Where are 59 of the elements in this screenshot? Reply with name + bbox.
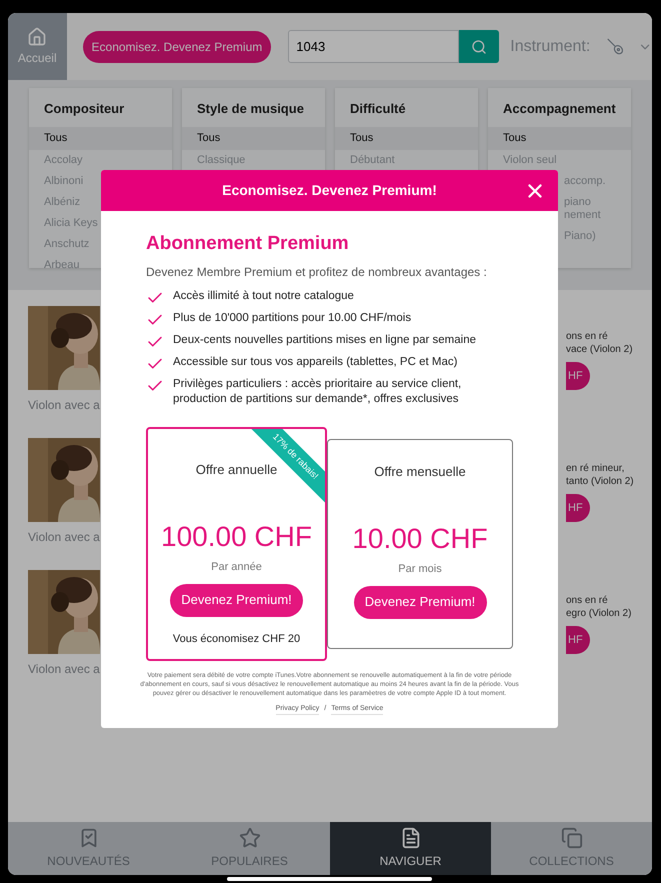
feature-text: Privilèges particuliers : accès prioritaire au service client, production de partitions sur demande*, offres exclusives: [173, 376, 462, 406]
nav-tab[interactable]: COLLECTIONS: [491, 822, 652, 875]
filter-option[interactable]: Albinoni: [29, 170, 172, 192]
filter-option[interactable]: Classique: [182, 150, 325, 170]
star-icon: [238, 827, 260, 849]
home-tab[interactable]: Accueil: [8, 13, 67, 80]
result-caption: Violon avec a: [28, 661, 100, 678]
instrument-label: Instrument:: [510, 36, 590, 56]
search-field[interactable]: 1043: [288, 30, 460, 63]
price-button[interactable]: HF: [566, 626, 590, 654]
offer-period: Par mois: [398, 562, 442, 577]
filter-option[interactable]: Violon seul: [488, 150, 631, 170]
violin-icon[interactable]: [606, 36, 626, 58]
search-button[interactable]: [459, 30, 500, 63]
feature-text: Accessible sur tous vos appareils (tablettes, PC et Mac): [173, 354, 458, 370]
filter-title: Style de musique: [196, 100, 305, 118]
offer-price: 10.00 CHF: [352, 523, 488, 555]
result-caption: Violon avec a: [28, 397, 100, 414]
feature-text: Deux-cents nouvelles partitions mises en ligne par semaine: [173, 332, 476, 348]
copy-icon: [560, 827, 582, 849]
result-title: en ré mineur, tanto (Violon 2): [566, 462, 635, 488]
filter-title: Difficulté: [349, 100, 407, 118]
price-button[interactable]: HF: [566, 362, 590, 390]
dialog-heading: Abonnement Premium: [146, 232, 350, 256]
dialog-intro: Devenez Membre Premium et profitez de nombreux avantages :: [146, 264, 488, 280]
filter-option[interactable]: Piano): [488, 226, 631, 246]
filter-title: Accompagnement: [502, 100, 617, 118]
filter-option[interactable]: Alicia Keys: [29, 212, 172, 234]
nav-tab[interactable]: NAVIGUER: [330, 822, 491, 875]
offer-name: Offre mensuelle: [374, 462, 466, 480]
search-icon: [471, 38, 488, 54]
offer-card[interactable]: Offre mensuelle 10.00 CHF Par mois Devenez Premium!: [327, 438, 513, 648]
feature-text: Plus de 10'000 partitions pour 10.00 CHF/mois: [173, 310, 412, 326]
home-icon: [27, 26, 48, 46]
filter-option[interactable]: piano nement: [488, 192, 631, 226]
subscribe-button[interactable]: Devenez Premium!: [354, 586, 486, 618]
price-button[interactable]: HF: [566, 494, 590, 522]
filter-title: Compositeur: [43, 100, 126, 118]
offer-price: 100.00 CHF: [161, 521, 312, 553]
filter-option[interactable]: accomp.: [488, 170, 631, 192]
filter-option[interactable]: Albéniz: [29, 192, 172, 212]
dialog-title: Economisez. Devenez Premium!: [222, 181, 437, 200]
nav-tab[interactable]: NOUVEAUTÉS: [8, 822, 169, 875]
feature-text: Accès illimité à tout notre catalogue: [173, 288, 354, 304]
filter-option[interactable]: Tous: [335, 126, 478, 150]
premium-button[interactable]: Economisez. Devenez Premium: [82, 30, 272, 62]
filter-option[interactable]: Accolay: [29, 150, 172, 170]
result-caption: Violon avec a: [28, 529, 100, 546]
offer-period: Par année: [211, 560, 262, 575]
subscribe-button[interactable]: Devenez Premium!: [170, 584, 303, 616]
filter-option[interactable]: Tous: [182, 126, 325, 150]
filter-option[interactable]: Tous: [29, 126, 172, 150]
result-title: ons en ré egro (Violon 2): [566, 594, 632, 620]
filter-option[interactable]: Tous: [488, 126, 631, 150]
filter-option[interactable]: Débutant: [335, 150, 478, 170]
nav-tab[interactable]: POPULAIRES: [169, 822, 330, 875]
offer-name: Offre annuelle: [196, 460, 278, 478]
savings-text: Vous économisez CHF 20: [172, 632, 300, 646]
result-title: ons en ré vace (Violon 2): [566, 330, 634, 356]
